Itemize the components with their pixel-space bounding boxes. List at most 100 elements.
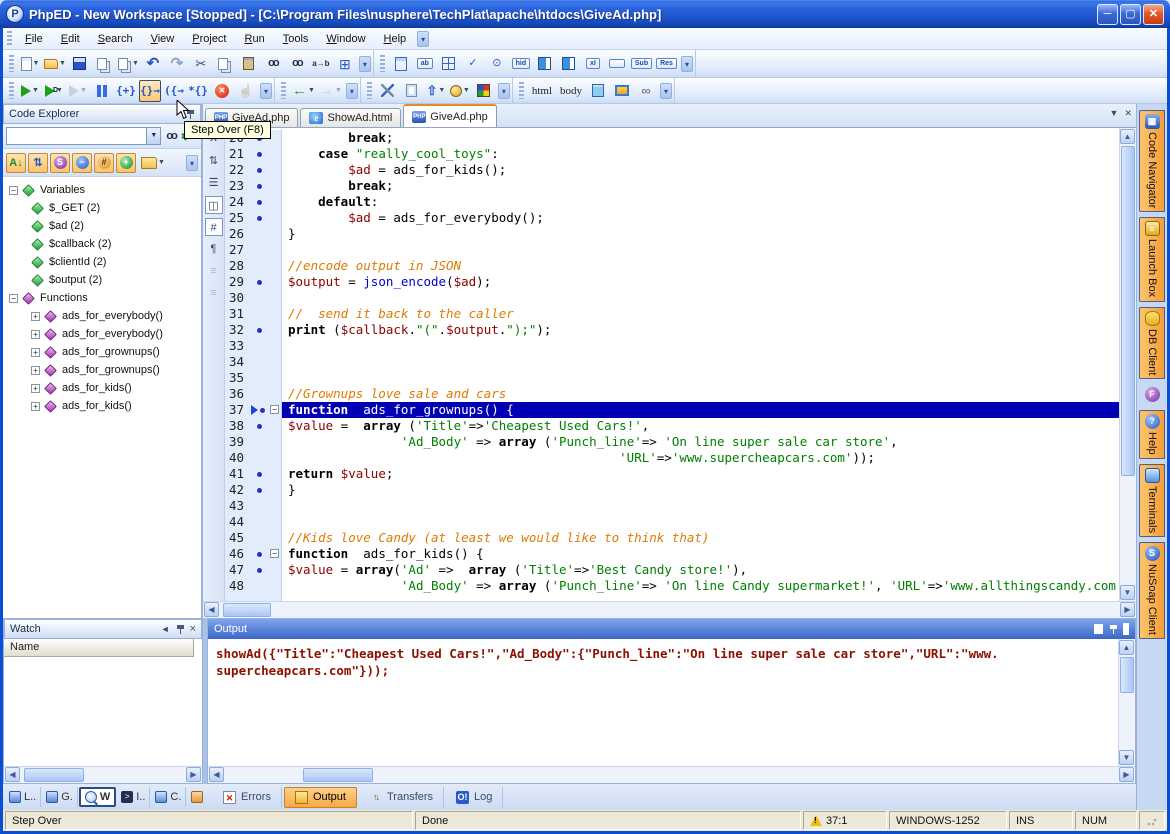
menu-help[interactable]: Help: [375, 31, 416, 47]
publish-button[interactable]: ⇧▼: [425, 80, 447, 102]
step-in-button[interactable]: {+}: [115, 80, 137, 102]
gutter-markers[interactable]: [251, 450, 269, 466]
code-line-34[interactable]: 34: [225, 354, 1119, 370]
close-icon[interactable]: ×: [1123, 623, 1129, 635]
scroll-down-arrow[interactable]: ▼: [1120, 585, 1135, 600]
scroll-up-arrow[interactable]: ▲: [1120, 129, 1135, 144]
scroll-left-arrow[interactable]: ◀: [209, 767, 224, 782]
debug-tab-w[interactable]: W: [79, 787, 116, 807]
project-properties-button[interactable]: [401, 80, 423, 102]
watch-body[interactable]: [4, 657, 202, 766]
band-grip[interactable]: [367, 82, 372, 98]
dock-tab-help[interactable]: ?Help: [1139, 410, 1165, 459]
scroll-right-arrow[interactable]: ▶: [186, 767, 201, 782]
split-view-icon[interactable]: ⇅: [205, 152, 223, 170]
fold-column[interactable]: [269, 210, 282, 226]
fold-column[interactable]: [269, 194, 282, 210]
code-line-22[interactable]: 22 $ad = ads_for_kids();: [225, 162, 1119, 178]
gutter-markers[interactable]: [251, 546, 269, 562]
save-all[interactable]: [93, 53, 115, 75]
gutter-markers[interactable]: [251, 162, 269, 178]
fold-column[interactable]: [269, 178, 282, 194]
code-line-38[interactable]: 38$value = array ('Title'=>'Cheapest Use…: [225, 418, 1119, 434]
fold-minus-icon[interactable]: −: [270, 405, 279, 414]
statement-dot-icon[interactable]: [257, 424, 262, 429]
chevron-down-icon[interactable]: ▼: [308, 87, 315, 94]
gutter-markers[interactable]: [251, 370, 269, 386]
tree-item[interactable]: $_GET (2): [9, 199, 201, 217]
insert-field-grid[interactable]: [438, 53, 460, 75]
chevron-down-icon[interactable]: ▼: [463, 87, 470, 94]
dock-tab-code-navigator[interactable]: ▦Code Navigator: [1139, 110, 1165, 212]
log-tab-output[interactable]: Output: [284, 787, 357, 808]
tab-list-chevron[interactable]: ▼: [1110, 108, 1119, 119]
new-file[interactable]: ▼: [19, 53, 41, 75]
code-line-40[interactable]: 40 'URL'=>'www.supercheapcars.com'));: [225, 450, 1119, 466]
band-overflow-chevron[interactable]: ▾: [346, 83, 358, 99]
explorer-search-icon[interactable]: oo: [166, 131, 175, 142]
expand-box-icon[interactable]: +: [31, 402, 40, 411]
tree-item[interactable]: +ads_for_kids(): [9, 379, 201, 397]
export-button[interactable]: ▼: [141, 157, 165, 169]
menu-view[interactable]: View: [142, 31, 184, 47]
html-clipboard-button[interactable]: [587, 80, 609, 102]
tree-item[interactable]: $clientId (2): [9, 253, 201, 271]
save-copy[interactable]: ▼: [117, 53, 140, 75]
chevron-down-icon[interactable]: ▼: [132, 60, 139, 67]
collapse-box-icon[interactable]: −: [9, 186, 18, 195]
close-button[interactable]: ✕: [1143, 4, 1164, 25]
debug-tab-l[interactable]: L..: [5, 787, 41, 807]
code-line-41[interactable]: 41return $value;: [225, 466, 1119, 482]
chevron-down-icon[interactable]: ▼: [335, 87, 342, 94]
gutter-markers[interactable]: [251, 210, 269, 226]
settings-button[interactable]: [377, 80, 399, 102]
fold-column[interactable]: [269, 274, 282, 290]
band-overflow-chevron[interactable]: ▾: [359, 56, 371, 72]
scroll-up-arrow[interactable]: ▲: [1119, 640, 1134, 655]
pilcrow-icon[interactable]: ¶: [205, 240, 223, 258]
code-line-43[interactable]: 43: [225, 498, 1119, 514]
gutter-markers[interactable]: [251, 322, 269, 338]
pin-icon[interactable]: [1109, 625, 1118, 634]
insert-radio[interactable]: ⊙: [486, 53, 508, 75]
menu-edit[interactable]: Edit: [52, 31, 89, 47]
chevron-down-icon[interactable]: ▼: [33, 60, 40, 67]
code-line-46[interactable]: 46−function ads_for_kids() {: [225, 546, 1119, 562]
gutter-markers[interactable]: [251, 338, 269, 354]
fold-column[interactable]: [269, 226, 282, 242]
chevron-down-icon[interactable]: ▼: [80, 87, 87, 94]
expand-box-icon[interactable]: +: [31, 348, 40, 357]
gutter-markers[interactable]: [251, 434, 269, 450]
gutter-markers[interactable]: [251, 306, 269, 322]
fold-column[interactable]: [269, 354, 282, 370]
insert-checkbox[interactable]: ✓: [462, 53, 484, 75]
band-grip[interactable]: [9, 82, 14, 98]
fold-column[interactable]: −: [269, 546, 282, 562]
collapse-arrow-icon[interactable]: ◄: [161, 624, 170, 634]
debug-tab-g[interactable]: G.: [42, 787, 78, 807]
scroll-thumb[interactable]: [24, 768, 84, 782]
collapse-box-icon[interactable]: −: [9, 294, 18, 303]
log-tab-transfers[interactable]: ↑↓Transfers: [359, 787, 444, 808]
fold-column[interactable]: [269, 482, 282, 498]
insert-link-button[interactable]: ∞: [635, 80, 657, 102]
code-line-35[interactable]: 35: [225, 370, 1119, 386]
tree-item[interactable]: +ads_for_grownups(): [9, 361, 201, 379]
gutter-markers[interactable]: [251, 178, 269, 194]
watch-name-column-header[interactable]: Name: [4, 639, 194, 657]
tree-item[interactable]: +ads_for_everybody(): [9, 307, 201, 325]
line-numbers-icon[interactable]: #: [205, 218, 223, 236]
menu-window[interactable]: Window: [317, 31, 374, 47]
step-over-button[interactable]: {}→: [139, 80, 161, 102]
menu-project[interactable]: Project: [183, 31, 235, 47]
cut[interactable]: ✂: [190, 53, 212, 75]
fold-column[interactable]: [269, 498, 282, 514]
profiler-button[interactable]: ▼: [67, 80, 89, 102]
code-view[interactable]: 20 break;21 case "really_cool_toys":22 $…: [225, 128, 1119, 601]
code-line-36[interactable]: 36//Grownups love sale and cars: [225, 386, 1119, 402]
show-constants-button[interactable]: #: [94, 153, 114, 173]
run-to-cursor-button[interactable]: *{}: [187, 80, 209, 102]
code-line-21[interactable]: 21 case "really_cool_toys":: [225, 146, 1119, 162]
insert-html-tag-button[interactable]: html: [529, 80, 555, 102]
dock-tab-nusoap-client[interactable]: SNuSoap Client: [1139, 542, 1165, 639]
